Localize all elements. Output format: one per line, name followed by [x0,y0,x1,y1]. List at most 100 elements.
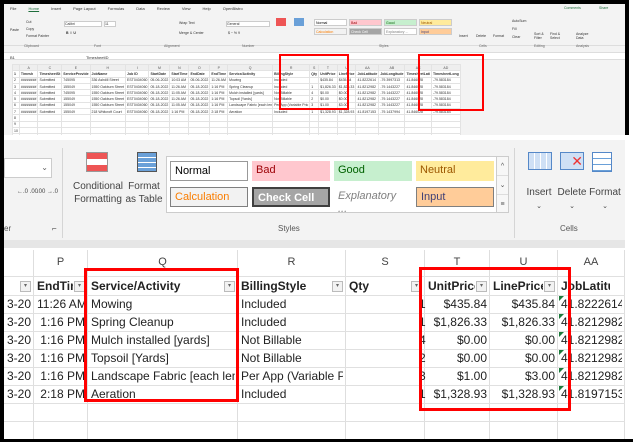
column-letter[interactable]: Q [88,256,237,268]
tab-file[interactable]: File [10,6,16,11]
cell[interactable] [404,133,432,135]
sort-filter-button[interactable]: Sort & Filter [534,32,548,40]
cell-style-neutral[interactable]: Neutral [416,161,494,181]
cell-style-bad[interactable]: Bad [252,161,330,181]
format-button[interactable]: Format [589,186,621,199]
chevron-down-icon[interactable]: ⌄ [589,200,621,213]
cell-date[interactable]: 3-2022 [7,367,31,385]
tab-view[interactable]: View [182,6,191,11]
cell-date[interactable]: 3-2022 [7,385,31,403]
find-select-button[interactable]: Find & Select [550,32,564,40]
paste-button[interactable]: Paste [10,28,19,32]
bold-button[interactable]: B I U [66,31,76,35]
mini-style-3[interactable]: Neutral [419,19,452,26]
column-letter[interactable]: S [346,256,424,268]
cell-date[interactable]: 3-2022 [7,313,31,331]
cell[interactable] [61,133,91,135]
increase-decimal-button[interactable]: ←.0 .00 [17,186,38,199]
cell-billing[interactable]: Included [241,295,343,313]
cell-billing[interactable]: Not Billable [241,349,343,367]
cell-billing[interactable]: Included [241,313,343,331]
filter-dropdown-button[interactable]: ▾ [20,281,31,292]
format-as-table-icon[interactable] [294,18,304,26]
fill-button[interactable]: Fill [512,27,516,31]
tab-insert[interactable]: Insert [51,6,61,11]
formula-input[interactable]: TimesheetID [86,55,109,60]
copy-button[interactable]: Copy [26,27,34,31]
tab-formulas[interactable]: Formulas [108,6,125,11]
cell[interactable] [355,133,380,135]
insert-button[interactable]: Insert [459,34,468,38]
format-painter-button[interactable]: Format Painter [26,34,49,38]
cut-button[interactable]: Cut [26,20,31,24]
cell[interactable] [89,133,127,135]
conditional-formatting-button[interactable]: Conditional Formatting [68,180,128,206]
tab-help[interactable]: Help [202,6,210,11]
cell[interactable] [148,133,171,135]
comments-button[interactable]: Comments [564,6,581,10]
decrease-decimal-button[interactable]: .00 →.0 [37,186,58,199]
cell-end[interactable]: 1:16 PM [37,349,85,367]
format-as-table-icon[interactable] [137,152,157,172]
autosum-button[interactable]: AutoSum [512,19,526,23]
cell-billing[interactable]: Included [241,385,343,403]
cell-end[interactable]: 1:16 PM [37,331,85,349]
font-size-select[interactable]: 11 [104,21,116,27]
cell-style-check-cell[interactable]: Check Cell [252,187,330,207]
filter-dropdown-button[interactable]: ▾ [332,281,343,292]
column-letter[interactable]: P [34,256,87,268]
insert-cells-icon[interactable] [528,152,552,170]
cell-end[interactable]: 1:16 PM [37,367,85,385]
delete-button[interactable]: Delete [476,34,486,38]
mini-style-2[interactable]: Good [384,19,417,26]
gallery-scroll[interactable]: ^ ⌄ ≡ [496,156,509,213]
cell[interactable] [188,133,211,135]
cell-date[interactable]: 3-2022 [7,295,31,313]
mini-style-5[interactable]: Check Cell [349,28,382,35]
delete-cells-icon[interactable]: ✕ [560,152,584,170]
tab-data[interactable]: Data [136,6,144,11]
tab-home[interactable]: Home [28,6,39,11]
cell-style-explanatory[interactable]: Explanatory ... [334,187,412,215]
merge-center-button[interactable]: Merge & Center [179,31,204,35]
number-format-select[interactable]: ⌄ [4,158,52,178]
insert-button[interactable]: Insert [524,186,554,199]
cell-date[interactable]: 3-2022 [7,331,31,349]
cell-end[interactable]: 2:18 PM [37,385,85,403]
clear-button[interactable]: Clear [512,35,520,39]
header-cell[interactable]: Qty [349,277,410,295]
header-cell[interactable]: EndTime [37,277,73,295]
number-format-select[interactable]: General [226,21,270,27]
row-number[interactable]: 11 [12,133,20,135]
font-name-select[interactable]: Calibri [64,21,102,27]
tab-openbistro[interactable]: OpenBistro [223,6,243,11]
cell[interactable] [309,133,320,135]
format-cells-icon[interactable] [592,152,612,172]
cell[interactable] [125,133,150,135]
cell-style-calculation[interactable]: Calculation [170,187,248,207]
format-as-table-button[interactable]: Format as Table [122,180,166,206]
analyze-data-button[interactable]: Analyze Data [576,32,592,40]
mini-style-1[interactable]: Bad [349,19,382,26]
cell[interactable] [169,133,190,135]
dialog-launcher-icon[interactable]: ⌐ [52,224,57,233]
chevron-down-icon[interactable]: ⌄ [524,200,554,213]
cell-date[interactable]: 3-2022 [7,349,31,367]
conditional-formatting-icon[interactable] [276,18,286,26]
cell[interactable] [37,133,63,135]
delete-button[interactable]: Delete [556,186,588,199]
currency-button[interactable]: $ ~ % 9 [228,31,240,35]
cell[interactable] [430,133,461,135]
share-button[interactable]: Share [599,6,608,10]
mini-style-4[interactable]: Calculation [314,28,347,35]
name-box[interactable]: B1 [10,55,15,60]
tab-review[interactable]: Review [157,6,170,11]
cell[interactable] [209,133,229,135]
conditional-formatting-icon[interactable] [86,152,108,172]
cell-style-normal[interactable]: Normal [170,161,248,181]
header-cell[interactable]: BillingStyle [241,277,331,295]
cell-style-input[interactable]: Input [416,187,494,207]
mini-style-7[interactable]: Input [419,28,452,35]
mini-style-6[interactable]: Explanatory ... [384,28,417,35]
cell-end[interactable]: 11:26 AM [37,295,85,313]
